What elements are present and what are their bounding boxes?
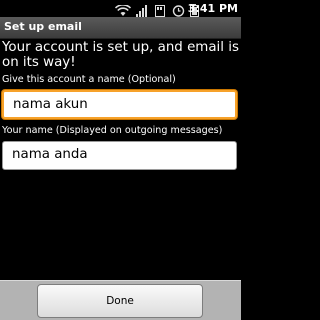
bottom-button-bar: Done [0, 280, 241, 320]
status-time: 3:41 PM [187, 2, 238, 15]
account-name-label: Give this account a name (Optional) [2, 74, 176, 85]
status-bar: 3:41 PM [0, 0, 241, 17]
your-name-value: nama anda [12, 147, 88, 162]
title-bar: Set up email [0, 17, 241, 39]
setup-complete-message: Your account is set up, and email is on … [2, 40, 239, 70]
screen: 3:41 PM Set up email Your account is set… [0, 0, 241, 320]
page-title: Set up email [4, 20, 82, 33]
your-name-field[interactable]: nama anda [2, 141, 237, 170]
account-name-value: nama akun [13, 97, 88, 112]
your-name-label: Your name (Displayed on outgoing message… [2, 125, 223, 136]
account-name-field[interactable]: nama akun [2, 90, 237, 119]
done-button[interactable]: Done [37, 284, 203, 318]
